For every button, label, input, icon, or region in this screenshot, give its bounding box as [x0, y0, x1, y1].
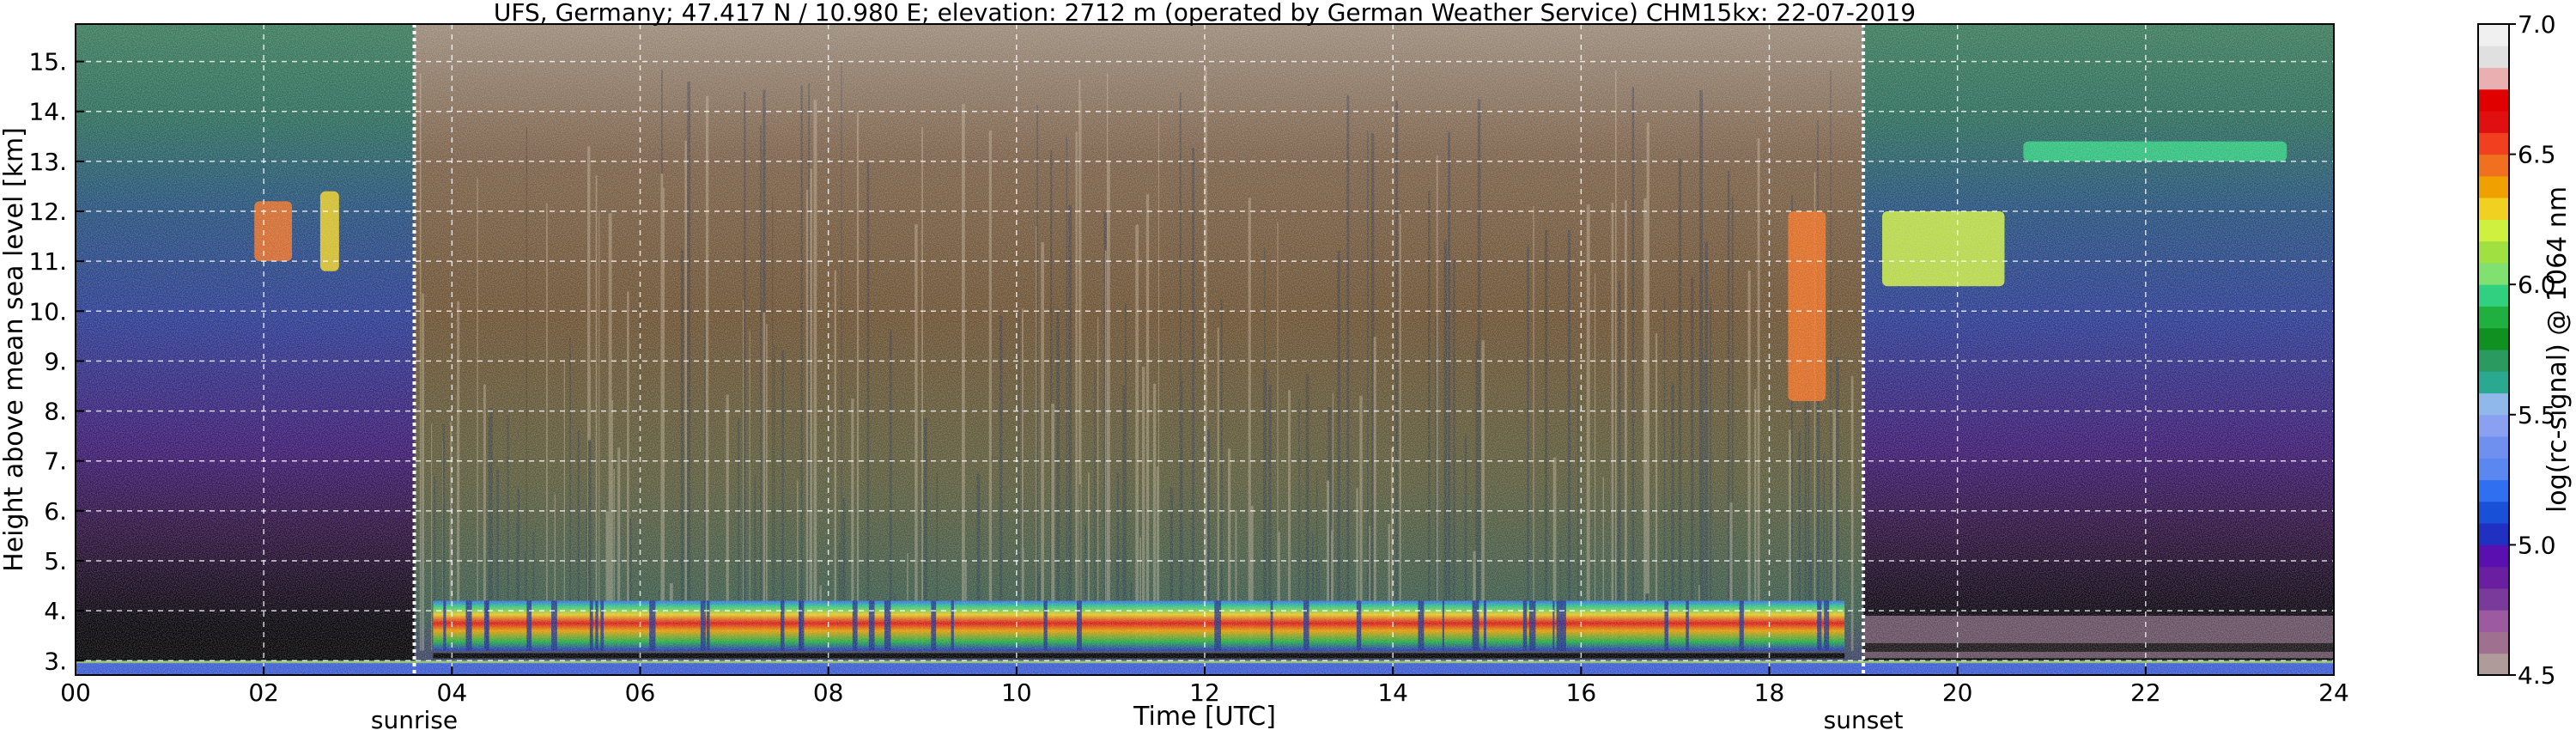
colorbar-swatch	[2478, 219, 2509, 242]
colorbar-swatch	[2478, 414, 2509, 437]
colorbar-swatch	[2478, 88, 2509, 112]
y-tick-label: 15.	[28, 48, 67, 76]
ceilometer-chart: sunrise sunset 00 02 04 06 08 10 12 14 16 18 20 22 24…	[0, 0, 2573, 730]
y-tick-label: 4.	[44, 597, 67, 625]
colorbar-swatch	[2478, 240, 2509, 264]
colorbar-swatch	[2478, 436, 2509, 459]
x-tick-label: 08	[813, 678, 844, 707]
colorbar-swatch	[2478, 284, 2509, 307]
x-tick-label: 02	[248, 678, 279, 707]
colorbar-swatch	[2478, 262, 2509, 285]
x-tick-label: 18	[1754, 678, 1785, 707]
x-tick-label: 20	[1942, 678, 1973, 707]
x-tick-label: 22	[2130, 678, 2161, 707]
colorbar-swatch	[2478, 479, 2509, 502]
x-tick-label: 24	[2318, 678, 2349, 707]
colorbar-swatch	[2478, 544, 2509, 568]
colorbar-swatch	[2478, 175, 2509, 198]
colorbar-swatch	[2478, 523, 2509, 545]
colorbar-swatch	[2478, 132, 2509, 155]
x-tick-label: 00	[60, 678, 91, 707]
colorbar-swatch	[2478, 566, 2509, 589]
colorbar-swatch	[2478, 154, 2509, 177]
colorbar-swatch	[2478, 350, 2509, 372]
y-tick-label: 7.	[44, 447, 67, 476]
colorbar-swatch	[2478, 46, 2509, 69]
colorbar-swatch	[2478, 306, 2509, 329]
colorbar-swatch	[2478, 631, 2509, 654]
colorbar-swatch	[2478, 587, 2509, 611]
x-tick-label: 10	[1001, 678, 1032, 707]
y-tick-label: 13.	[28, 148, 67, 176]
colorbar-swatch	[2478, 610, 2509, 632]
y-tick-label: 14.	[28, 98, 67, 126]
colorbar-tick-label: 5.0	[2518, 531, 2556, 559]
x-tick-label: 04	[437, 678, 468, 707]
y-tick-label: 12.	[28, 198, 67, 226]
colorbar-tick-label: 6.5	[2518, 141, 2556, 169]
y-tick-label: 3.	[44, 647, 67, 675]
chart-title: UFS, Germany; 47.417 N / 10.980 E; eleva…	[494, 0, 1916, 27]
colorbar-label: log(rc-signal) @ 1064 nm	[2543, 186, 2573, 513]
colorbar-tick-label: 7.0	[2518, 10, 2556, 39]
y-tick-label: 6.	[44, 497, 67, 526]
y-tick-label: 9.	[44, 347, 67, 375]
colorbar-swatch	[2478, 111, 2509, 133]
colorbar-tick-label: 4.5	[2518, 661, 2556, 690]
x-tick-label: 16	[1566, 678, 1597, 707]
y-tick-label: 8.	[44, 398, 67, 426]
y-tick-label: 11.	[28, 247, 67, 276]
colorbar-swatch	[2478, 458, 2509, 481]
colorbar-swatch	[2478, 327, 2509, 350]
x-tick-label: 14	[1377, 678, 1408, 707]
colorbar-swatch	[2478, 198, 2509, 220]
y-tick-label: 10.	[28, 297, 67, 325]
x-tick-label: 06	[625, 678, 656, 707]
sunset-label: sunset	[1824, 706, 1904, 730]
y-tick-label: 5.	[44, 547, 67, 575]
colorbar-swatch	[2478, 392, 2509, 416]
colorbar-swatch	[2478, 371, 2509, 394]
colorbar-swatch	[2478, 24, 2509, 46]
sunrise-label: sunrise	[371, 706, 458, 730]
colorbar-swatch	[2478, 67, 2509, 90]
colorbar-swatch	[2478, 653, 2509, 676]
colorbar-swatch	[2478, 501, 2509, 524]
x-axis-label: Time [UTC]	[1133, 702, 1276, 730]
y-axis-label: Height above mean sea level [km]	[0, 127, 29, 572]
